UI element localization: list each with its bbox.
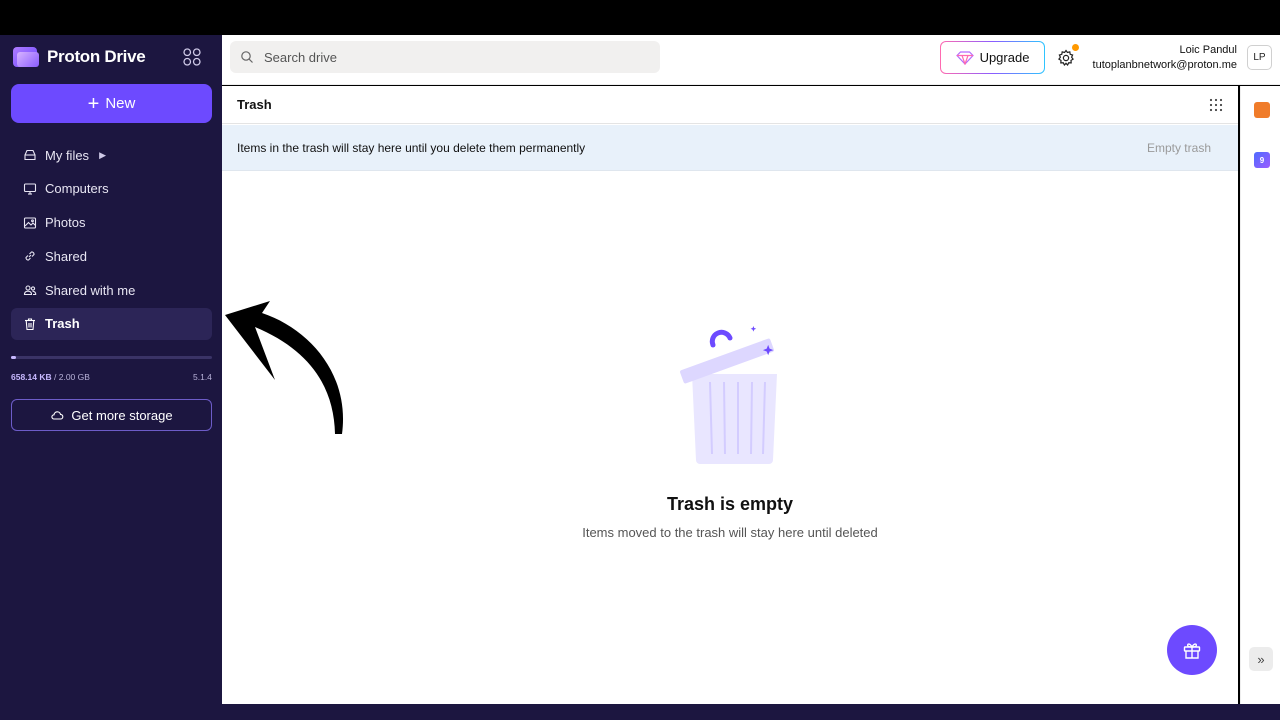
sidebar-item-label: Photos [45, 215, 86, 231]
storage-progress-fill [11, 356, 16, 359]
top-header: Upgrade Loic Pandul tutoplanbnetwork@pro… [222, 35, 1280, 85]
search-icon [241, 51, 253, 63]
cloud-icon [51, 411, 64, 420]
top-black-bar [0, 0, 1280, 35]
gift-icon [1183, 643, 1201, 659]
app-name: Proton Drive [47, 47, 146, 66]
page-title: Trash [237, 97, 272, 112]
sidebar-item-label: Computers [45, 181, 109, 197]
contacts-app-icon[interactable] [1254, 102, 1270, 118]
empty-state-subtitle: Items moved to the trash will stay here … [582, 525, 878, 540]
empty-trash-button[interactable]: Empty trash [1147, 141, 1211, 155]
image-icon [23, 217, 37, 229]
calendar-app-icon[interactable]: 9 [1254, 152, 1270, 168]
bottom-bar [0, 704, 1280, 720]
expand-chevrons-icon[interactable]: » [1249, 647, 1273, 671]
upgrade-label: Upgrade [979, 50, 1030, 65]
sidebar-item-trash[interactable]: Trash [11, 307, 212, 340]
upgrade-button[interactable]: Upgrade [940, 41, 1045, 74]
storage-total: / 2.00 GB [54, 372, 90, 382]
app-version[interactable]: 5.1.4 [193, 372, 212, 382]
sidebar-item-computers[interactable]: Computers [11, 173, 212, 205]
link-icon [25, 251, 35, 261]
drive-logo-icon [13, 47, 39, 67]
user-name: Loic Pandul [1179, 44, 1238, 56]
hard-drive-icon [24, 149, 36, 161]
sidebar-item-photos[interactable]: Photos [11, 207, 212, 239]
get-more-storage-button[interactable]: Get more storage [11, 399, 212, 431]
toolbar: Trash [222, 86, 1238, 124]
caret-right-icon[interactable]: ▶ [99, 150, 106, 161]
trash-icon [25, 318, 35, 331]
user-email: tutoplanbnetwork@proton.me [1092, 59, 1237, 71]
grid-view-icon[interactable] [1209, 98, 1223, 112]
sidebar-item-my-files[interactable]: My files ▶ [11, 139, 212, 171]
users-icon [23, 285, 37, 296]
user-info[interactable]: Loic Pandul tutoplanbnetwork@proton.me [1093, 43, 1237, 73]
monitor-icon [23, 183, 37, 195]
storage-used: 658.14 KB [11, 372, 52, 382]
main-content: Trash Items in the trash will stay here … [222, 86, 1238, 704]
sidebar-item-label: My files [45, 147, 90, 163]
notification-dot [1072, 44, 1079, 51]
search-input[interactable] [264, 49, 644, 65]
sidebar-item-shared-with-me[interactable]: Shared with me [11, 274, 212, 306]
plus-icon: + [87, 92, 100, 115]
avatar[interactable]: LP [1247, 45, 1272, 70]
empty-state-title: Trash is empty [666, 494, 794, 514]
sidebar-item-label: Shared [45, 248, 87, 264]
sidebar-item-label: Trash [45, 316, 80, 332]
get-more-storage-label: Get more storage [71, 407, 173, 423]
sidebar: Proton Drive + New My files ▶ Computers … [0, 35, 222, 704]
sidebar-item-shared[interactable]: Shared [11, 240, 212, 272]
sidebar-item-label: Shared with me [45, 282, 136, 298]
settings-gear-icon[interactable] [1057, 49, 1075, 67]
storage-usage-text: 658.14 KB / 2.00 GB [11, 372, 90, 382]
notice-text: Items in the trash will stay here until … [237, 141, 586, 155]
storage-progress-bar [11, 356, 212, 359]
diamond-icon [955, 50, 974, 65]
new-button[interactable]: + New [11, 84, 212, 123]
search-box[interactable] [230, 41, 660, 73]
empty-trash-illustration [680, 326, 777, 464]
new-button-label: New [105, 95, 136, 112]
right-app-rail: 9 » [1240, 86, 1280, 704]
sidebar-nav: My files ▶ Computers Photos Shared Share… [11, 139, 212, 342]
gift-button[interactable] [1167, 625, 1217, 675]
apps-grid-icon[interactable] [183, 48, 201, 66]
trash-notice-banner: Items in the trash will stay here until … [222, 125, 1238, 171]
proton-drive-logo[interactable]: Proton Drive [13, 46, 146, 68]
